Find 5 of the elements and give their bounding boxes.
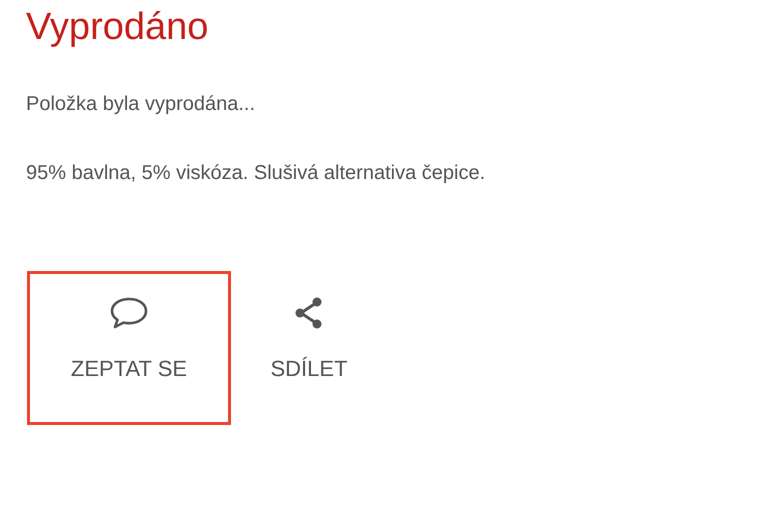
description-text: 95% bavlna, 5% viskóza. Slušivá alternativa čepice. <box>26 162 486 185</box>
page-title: Vyprodáno <box>26 6 210 49</box>
description-text: Položka byla vyprodána... <box>26 93 256 116</box>
ask-button[interactable]: ZEPTAT SE <box>27 271 231 425</box>
speech-bubble-icon <box>108 296 150 330</box>
